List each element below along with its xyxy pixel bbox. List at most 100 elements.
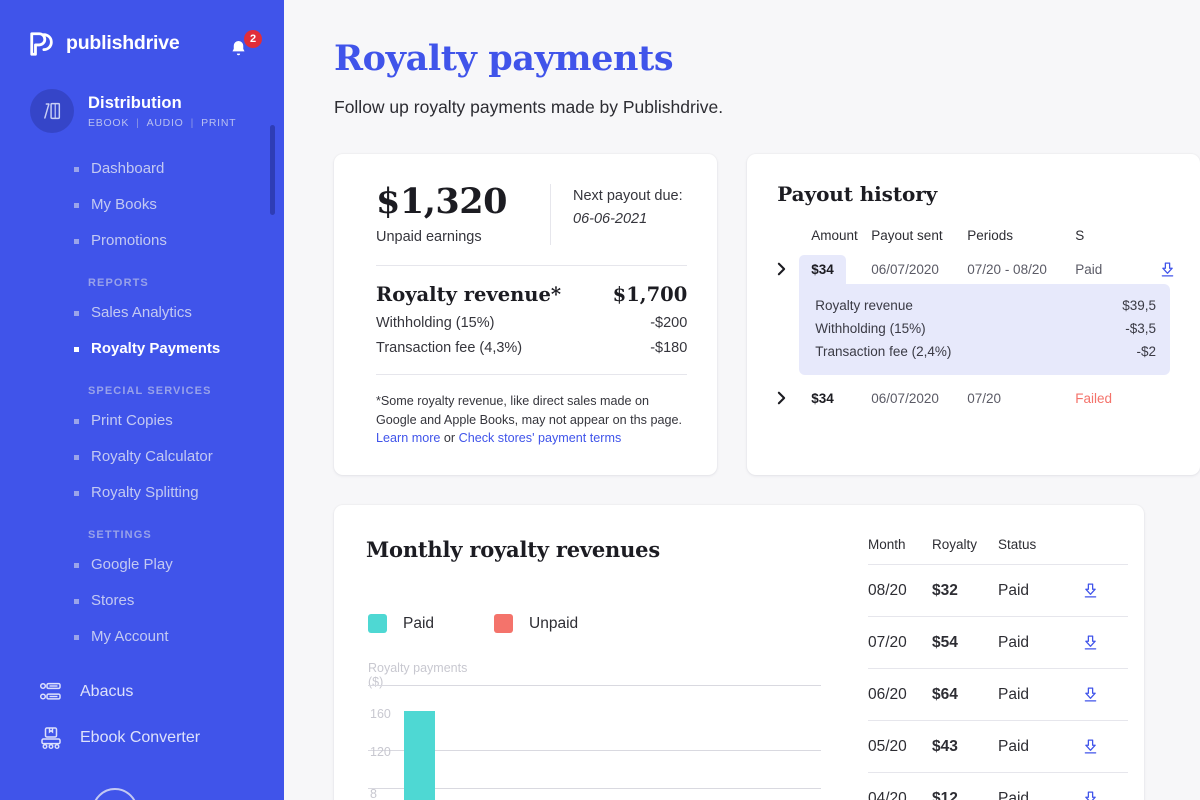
sidebar-item-my-account[interactable]: My Account (0, 619, 284, 655)
download-invoice-button[interactable] (1159, 261, 1200, 278)
payout-status-cell: Failed (1075, 391, 1159, 406)
sidebar-item-label: Abacus (80, 683, 133, 701)
download-report-button[interactable] (1070, 686, 1110, 703)
royalty-revenue-label: Royalty revenue* (376, 283, 561, 306)
bullet-icon (74, 311, 79, 316)
table-row[interactable]: 06/20 $64 Paid (868, 668, 1128, 720)
royalty-cell: $32 (932, 582, 998, 600)
sidebar-item-abacus[interactable]: Abacus (0, 669, 284, 715)
table-row[interactable]: $34 06/07/2020 07/20 Failed (777, 391, 1200, 406)
bullet-icon (74, 491, 79, 496)
notifications-button[interactable]: 2 (228, 33, 258, 63)
payout-amount: $34 (799, 255, 846, 284)
spacer (777, 375, 1200, 391)
expand-row-toggle[interactable] (777, 391, 809, 405)
earnings-footnote: *Some royalty revenue, like direct sales… (376, 374, 687, 447)
sidebar-item-sales-analytics[interactable]: Sales Analytics (0, 295, 284, 331)
monthly-table: Month Royalty Status 08/20 $32 Paid (856, 537, 1128, 800)
royalty-cell: $64 (932, 686, 998, 704)
sidebar-item-promotions[interactable]: Promotions (0, 223, 284, 259)
payment-terms-link[interactable]: Check stores' payment terms (459, 431, 622, 445)
chart-panel: Monthly royalty revenues Paid Unpaid Roy… (366, 537, 856, 800)
sidebar-nav: Dashboard My Books Promotions REPORTS Sa… (0, 151, 284, 761)
next-payout-block: Next payout due: 06-06-2021 (551, 184, 683, 246)
download-icon (1082, 582, 1099, 599)
sidebar-item-label: Royalty Calculator (91, 445, 213, 469)
transaction-fee-value: -$180 (650, 340, 687, 356)
status-cell: Paid (998, 738, 1070, 756)
sidebar-item-stores[interactable]: Stores (0, 583, 284, 619)
column-amount: Amount (809, 228, 871, 243)
workspace-switcher[interactable]: Distribution EBOOK | AUDIO | PRINT (0, 63, 284, 133)
download-report-button[interactable] (1070, 738, 1110, 755)
gridline (368, 788, 821, 789)
footnote-text: *Some royalty revenue, like direct sales… (376, 394, 682, 426)
sidebar-item-ebook-converter[interactable]: Ebook Converter (0, 715, 284, 761)
sidebar-item-my-books[interactable]: My Books (0, 187, 284, 223)
sidebar-item-royalty-calculator[interactable]: Royalty Calculator (0, 439, 284, 475)
download-report-button[interactable] (1070, 790, 1110, 800)
sidebar-header: publishdrive 2 (0, 0, 284, 63)
table-row[interactable]: 08/20 $32 Paid (868, 564, 1128, 616)
sidebar-scrollbar[interactable] (270, 125, 275, 215)
royalty-cell: $12 (932, 790, 998, 800)
detail-label: Transaction fee (2,4%) (815, 344, 951, 359)
abacus-icon (38, 679, 64, 705)
bar-paid-08-20[interactable] (404, 711, 435, 800)
legend-label-unpaid: Unpaid (529, 615, 578, 633)
earnings-summary: $1,320 Unpaid earnings Next payout due: … (376, 184, 687, 246)
bullet-icon (74, 203, 79, 208)
legend-item-unpaid[interactable]: Unpaid (494, 614, 578, 633)
sidebar-item-royalty-splitting[interactable]: Royalty Splitting (0, 475, 284, 511)
sidebar-item-royalty-payments[interactable]: Royalty Payments (0, 331, 284, 367)
sidebar-item-google-play[interactable]: Google Play (0, 547, 284, 583)
brand-logo[interactable]: publishdrive (28, 30, 180, 58)
format-separator-2: | (191, 117, 194, 129)
table-row[interactable]: $34 06/07/2020 07/20 - 08/20 Paid (777, 255, 1200, 284)
transaction-fee-label: Transaction fee (4,3%) (376, 340, 522, 356)
workspace-avatar (30, 89, 74, 133)
status-cell: Paid (998, 634, 1070, 652)
gridline (368, 685, 821, 686)
payout-period-cell: 07/20 (967, 391, 1075, 406)
payout-period-cell: 07/20 - 08/20 (967, 262, 1075, 277)
payout-history-header: Amount Payout sent Periods S (777, 228, 1200, 243)
sidebar-footer-avatar[interactable] (92, 788, 138, 800)
column-payout-sent: Payout sent (871, 228, 967, 243)
detail-value: -$2 (1136, 344, 1156, 359)
royalty-revenue-row: Royalty revenue* $1,700 (376, 266, 687, 306)
royalty-cell: $54 (932, 634, 998, 652)
unpaid-earnings-amount: $1,320 (376, 184, 524, 221)
bullet-icon (74, 599, 79, 604)
download-report-button[interactable] (1070, 634, 1110, 651)
chevron-right-icon (777, 262, 786, 276)
detail-row: Royalty revenue $39,5 (815, 294, 1156, 317)
month-cell: 05/20 (868, 738, 932, 756)
bar-chart-plot: Royalty payments ($) 160 120 8 (366, 663, 821, 800)
sidebar-item-label: My Account (91, 625, 169, 649)
detail-row: Transaction fee (2,4%) -$2 (815, 340, 1156, 363)
learn-more-link[interactable]: Learn more (376, 431, 440, 445)
monthly-royalty-card: Monthly royalty revenues Paid Unpaid Roy… (334, 505, 1144, 800)
legend-label-paid: Paid (403, 615, 434, 633)
sidebar-item-label: Stores (91, 589, 134, 613)
table-row[interactable]: 04/20 $12 Paid (868, 772, 1128, 800)
sidebar-item-dashboard[interactable]: Dashboard (0, 151, 284, 187)
chevron-right-icon (777, 391, 786, 405)
table-row[interactable]: 07/20 $54 Paid (868, 616, 1128, 668)
sidebar-item-print-copies[interactable]: Print Copies (0, 403, 284, 439)
bullet-icon (74, 167, 79, 172)
download-icon (1082, 790, 1099, 800)
legend-item-paid[interactable]: Paid (368, 614, 434, 633)
month-cell: 08/20 (868, 582, 932, 600)
top-cards-row: $1,320 Unpaid earnings Next payout due: … (334, 154, 1200, 476)
withholding-value: -$200 (650, 315, 687, 331)
status-cell: Paid (998, 582, 1070, 600)
withholding-row: Withholding (15%) -$200 (376, 306, 687, 331)
month-cell: 06/20 (868, 686, 932, 704)
download-report-button[interactable] (1070, 582, 1110, 599)
detail-value: -$3,5 (1125, 321, 1156, 336)
withholding-label: Withholding (15%) (376, 315, 494, 331)
table-row[interactable]: 05/20 $43 Paid (868, 720, 1128, 772)
header-spacer (777, 228, 809, 243)
